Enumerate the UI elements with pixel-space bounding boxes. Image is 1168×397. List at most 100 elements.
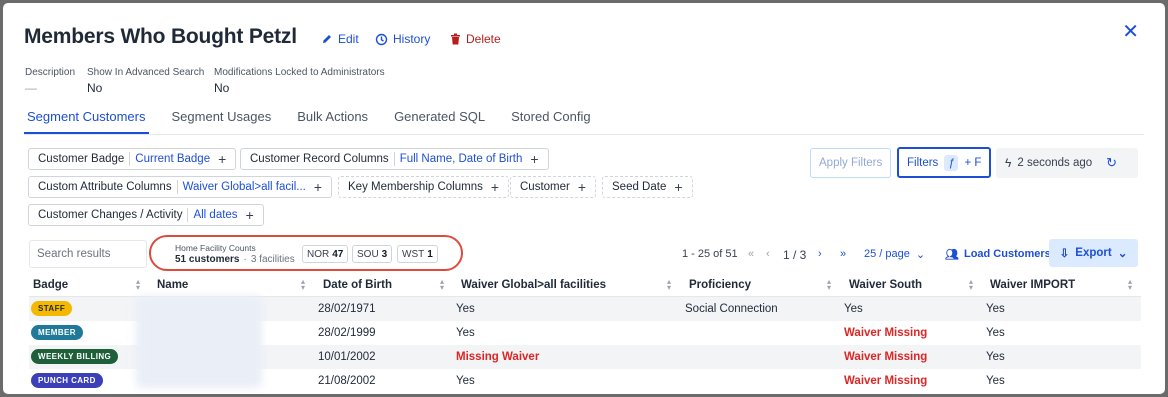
page-title: Members Who Bought Petzl [24, 25, 297, 48]
export-button[interactable]: ⇩ Export ⌄ [1049, 239, 1138, 267]
delete-button[interactable]: Delete [450, 32, 501, 46]
chevron-down-icon: ⌄ [915, 249, 926, 261]
badge-pill: MEMBER [31, 325, 83, 340]
redacted-names [136, 296, 262, 388]
history-button[interactable]: History [375, 32, 430, 46]
chip-value: Full Name, Date of Birth [399, 153, 523, 165]
filters-button[interactable]: Filters ƒ + F [897, 147, 992, 178]
tab-segment-customers[interactable]: Segment Customers [24, 101, 149, 134]
delete-label: Delete [466, 32, 501, 46]
tab-generated-sql[interactable]: Generated SQL [391, 101, 488, 134]
sort-icon[interactable]: ▴ ▾ [1126, 278, 1134, 292]
cell-dob: 21/08/2002 [318, 375, 376, 387]
filter-chip-customer-record-columns[interactable]: Customer Record Columns Full Name, Date … [240, 148, 549, 170]
first-page-icon[interactable]: « [748, 248, 754, 260]
cell-waiver-import: Yes [986, 351, 1005, 363]
facility-badge-sou[interactable]: SOU 3 [352, 245, 393, 263]
plus-icon: + [218, 151, 227, 167]
close-icon[interactable]: ✕ [1122, 19, 1139, 44]
tab-segment-usages[interactable]: Segment Usages [169, 101, 275, 134]
filter-chip-customer[interactable]: Customer + [510, 176, 597, 198]
refresh-icon[interactable]: ↻ [1106, 155, 1117, 171]
cell-waiver-global: Yes [456, 327, 475, 339]
filter-chip-seed-date[interactable]: Seed Date + [602, 176, 693, 198]
cell-dob: 28/02/1999 [318, 327, 376, 339]
column-header-waiver-south[interactable]: Waiver South [849, 275, 922, 295]
column-label: Waiver South [849, 279, 923, 291]
chip-value: All dates [193, 209, 238, 221]
last-page-icon[interactable]: » [840, 248, 846, 260]
filter-chip-customer-badge[interactable]: Customer Badge Current Badge + [28, 148, 237, 170]
column-label: Proficiency [689, 279, 751, 291]
hfc-facilities: 3 facilities [250, 254, 295, 265]
page-indicator: 1 / 3 [783, 248, 807, 262]
sort-icon[interactable]: ▴ ▾ [438, 278, 446, 292]
per-page-select[interactable]: 25 / page ⌄ [864, 248, 925, 261]
tab-stored-config[interactable]: Stored Config [508, 101, 594, 134]
filter-chip-custom-attribute-columns[interactable]: Custom Attribute Columns Waiver Global>a… [28, 176, 333, 198]
column-label: Date of Birth [323, 279, 392, 291]
cell-proficiency: Social Connection [685, 303, 778, 315]
chip-label: Key Membership Columns [348, 181, 483, 193]
chip-label: Custom Attribute Columns [38, 181, 172, 193]
cell-dob: 28/02/1971 [318, 303, 376, 315]
column-label: Badge [33, 279, 69, 291]
edit-button[interactable]: Edit [321, 32, 359, 46]
shortcut-label: + F [964, 156, 982, 169]
history-label: History [393, 32, 431, 46]
cell-waiver-south: Waiver Missing [844, 375, 928, 387]
column-header-badge[interactable]: Badge [33, 275, 68, 295]
column-header-waiver-import[interactable]: Waiver IMPORT [990, 275, 1075, 295]
facility-count: 47 [332, 248, 344, 260]
facility-code: SOU [357, 248, 379, 260]
column-header-dob[interactable]: Date of Birth [323, 275, 392, 295]
apply-filters-button[interactable]: Apply Filters [810, 148, 892, 178]
filters-label: Filters [907, 156, 939, 169]
plus-icon: + [313, 179, 323, 195]
sort-icon[interactable]: ▴ ▾ [134, 278, 142, 292]
hfc-customers: 51 customers [175, 254, 240, 265]
column-header-name[interactable]: Name [157, 275, 188, 295]
facility-count: 3 [381, 248, 388, 260]
column-label: Name [157, 279, 189, 291]
history-icon [375, 33, 388, 45]
next-page-icon[interactable]: › [818, 248, 822, 260]
sort-icon[interactable]: ▴ ▾ [967, 278, 975, 292]
hfc-title: Home Facility Counts [175, 243, 256, 253]
filter-chip-customer-changes[interactable]: Customer Changes / Activity All dates + [28, 204, 264, 226]
cell-waiver-south: Waiver Missing [844, 327, 928, 339]
tab-bulk-actions[interactable]: Bulk Actions [294, 101, 371, 134]
hfc-summary: 51 customers · 3 facilities [175, 254, 295, 265]
chip-label: Customer Changes / Activity [38, 209, 183, 221]
plus-icon: + [245, 207, 254, 223]
cell-waiver-south: Waiver Missing [844, 351, 928, 363]
column-header-waiver-global[interactable]: Waiver Global>all facilities [461, 275, 606, 295]
prev-page-icon[interactable]: ‹ [766, 248, 770, 260]
filter-chip-key-membership-columns[interactable]: Key Membership Columns + [338, 176, 510, 198]
chip-value: Waiver Global>all facil... [182, 181, 306, 193]
chip-value: Current Badge [135, 153, 211, 165]
sort-icon[interactable]: ▴ ▾ [825, 278, 833, 292]
facility-code: WST [402, 248, 425, 260]
badge-pill: WEEKLY BILLING [31, 349, 119, 364]
last-run-label: 2 seconds ago [1017, 157, 1093, 169]
description-label: Description [25, 67, 76, 78]
pencil-icon [323, 35, 331, 43]
plus-icon: + [490, 179, 500, 195]
sort-icon[interactable]: ▴ ▾ [665, 278, 673, 292]
segment-detail-modal: Members Who Bought Petzl Edit History De… [3, 3, 1165, 394]
tab-bar: Segment Customers Segment Usages Bulk Ac… [24, 101, 1144, 135]
load-customers-button[interactable]: 👥︎ Load Customers [945, 248, 1051, 261]
edit-label: Edit [338, 32, 359, 46]
facility-badge-wst[interactable]: WST 1 [397, 245, 438, 263]
column-header-proficiency[interactable]: Proficiency [689, 275, 751, 295]
facility-badge-nor[interactable]: NOR 47 [302, 245, 349, 263]
last-run-indicator: ϟ 2 seconds ago ↻ [996, 148, 1138, 178]
sort-icon[interactable]: ▴ ▾ [299, 278, 307, 292]
result-range: 1 - 25 of 51 [682, 248, 738, 260]
users-icon: 👥︎ [945, 249, 959, 261]
search-input[interactable] [29, 240, 147, 268]
function-icon: ƒ [944, 154, 959, 171]
description-value: — [25, 81, 37, 95]
locked-value: No [214, 81, 230, 95]
